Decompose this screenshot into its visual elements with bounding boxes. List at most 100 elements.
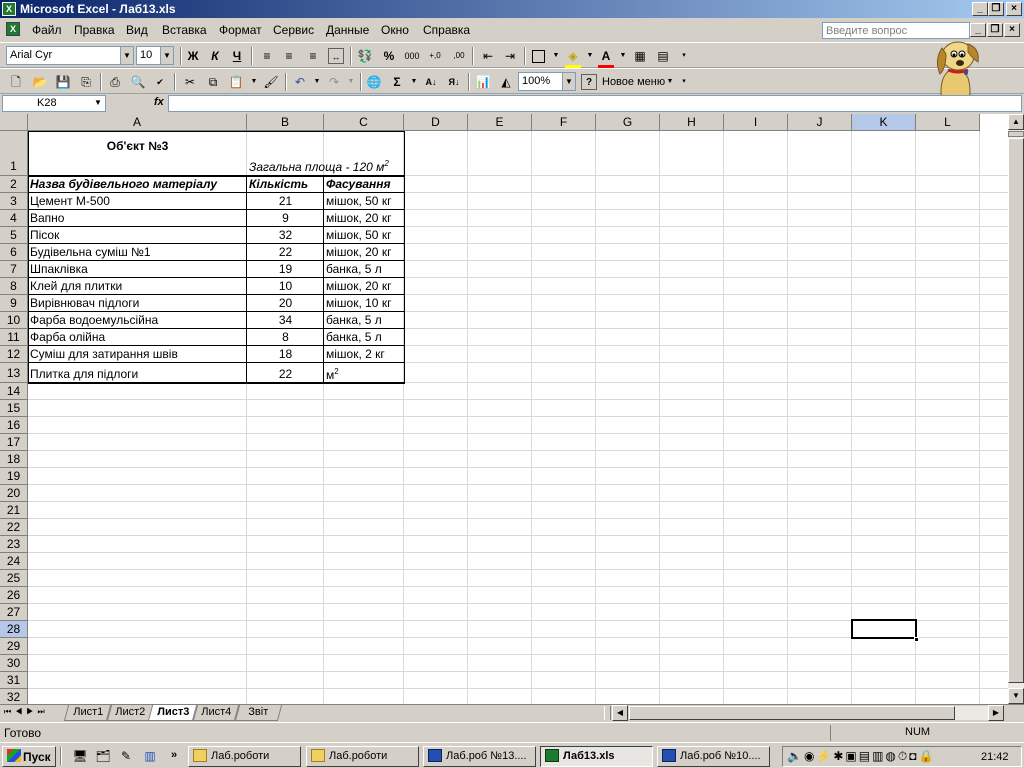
chevron-down-icon[interactable]: ▼ bbox=[343, 74, 359, 90]
hyperlink-icon[interactable]: 🌐 bbox=[366, 74, 382, 90]
permission-icon[interactable]: ⎘ bbox=[78, 74, 94, 90]
row-header-30[interactable]: 30 bbox=[0, 655, 28, 672]
packaging-cell[interactable]: банка, 5 л bbox=[324, 313, 404, 327]
material-name-cell[interactable]: Будівельна суміш №1 bbox=[28, 245, 247, 259]
font-color-icon[interactable]: A bbox=[598, 48, 614, 64]
select-all-corner[interactable] bbox=[0, 114, 28, 131]
quantity-cell[interactable]: 18 bbox=[247, 347, 324, 361]
redo-icon[interactable]: ↷ bbox=[326, 74, 342, 90]
tab-navigation-icons[interactable]: ⏮◀▶⏭ bbox=[4, 707, 49, 717]
currency-icon[interactable]: 💱 bbox=[357, 48, 373, 64]
quicklaunch-desktop-icon[interactable]: 🖥 bbox=[72, 748, 88, 764]
row-header-12[interactable]: 12 bbox=[0, 346, 28, 363]
row-header-29[interactable]: 29 bbox=[0, 638, 28, 655]
quantity-cell[interactable]: 32 bbox=[247, 228, 324, 242]
packaging-cell[interactable]: мішок, 20 кг bbox=[324, 211, 404, 225]
print-icon[interactable]: ⎙ bbox=[107, 74, 123, 90]
row-header-8[interactable]: 8 bbox=[0, 278, 28, 295]
chevron-down-icon[interactable]: ▼ bbox=[246, 74, 262, 90]
drawing-icon[interactable]: ◭ bbox=[498, 74, 514, 90]
percent-button[interactable]: % bbox=[381, 48, 397, 64]
active-cell-cursor[interactable] bbox=[851, 619, 917, 639]
quantity-cell[interactable]: 21 bbox=[247, 194, 324, 208]
menu-view[interactable]: Вид bbox=[126, 23, 148, 37]
row-header-5[interactable]: 5 bbox=[0, 227, 28, 244]
sheet-tab-2[interactable]: Лист2 bbox=[105, 705, 155, 721]
underline-button[interactable]: Ч bbox=[229, 48, 245, 64]
quantity-cell[interactable]: 10 bbox=[247, 279, 324, 293]
scroll-thumb[interactable] bbox=[1008, 138, 1024, 683]
menu-data[interactable]: Данные bbox=[326, 23, 369, 37]
quicklaunch-pencil-icon[interactable]: ✎ bbox=[118, 748, 134, 764]
material-name-cell[interactable]: Шпаклівка bbox=[28, 262, 247, 276]
material-name-cell[interactable]: Пісок bbox=[28, 228, 247, 242]
autosum-button[interactable]: Σ bbox=[389, 74, 405, 90]
align-left-icon[interactable]: ≡ bbox=[259, 48, 275, 64]
sheet-title-cell[interactable]: Об'єкт №3 bbox=[28, 139, 247, 153]
packaging-cell[interactable]: м2 bbox=[324, 367, 404, 382]
row-header-2[interactable]: 2 bbox=[0, 176, 28, 193]
paste-icon[interactable]: 📋 bbox=[228, 74, 244, 90]
chevron-down-icon[interactable]: ▼ bbox=[615, 48, 631, 64]
row-header-16[interactable]: 16 bbox=[0, 417, 28, 434]
material-name-cell[interactable]: Плитка для підлоги bbox=[28, 367, 247, 381]
sort-descending-icon[interactable]: Я↓ bbox=[446, 74, 462, 90]
zoom-combo[interactable]: 100% ▼ bbox=[518, 72, 576, 91]
row-header-25[interactable]: 25 bbox=[0, 570, 28, 587]
row-header-21[interactable]: 21 bbox=[0, 502, 28, 519]
row-header-14[interactable]: 14 bbox=[0, 383, 28, 400]
close-button[interactable]: × bbox=[1006, 2, 1022, 16]
options-list-icon[interactable]: ▤ bbox=[655, 48, 671, 64]
undo-icon[interactable]: ↶ bbox=[292, 74, 308, 90]
chevron-down-icon[interactable]: ▼ bbox=[548, 48, 564, 64]
sheet-tab-4[interactable]: Лист4 bbox=[191, 705, 241, 721]
column-header-h[interactable]: H bbox=[660, 114, 724, 131]
chevron-down-icon[interactable]: ▼ bbox=[406, 74, 422, 90]
row-header-31[interactable]: 31 bbox=[0, 672, 28, 689]
hscroll-thumb[interactable] bbox=[629, 706, 955, 720]
borders-icon[interactable] bbox=[532, 50, 545, 63]
column-header-c[interactable]: C bbox=[324, 114, 404, 131]
insert-function-button[interactable]: fx bbox=[154, 96, 164, 108]
task-excel-lab13[interactable]: Лаб13.xls bbox=[540, 746, 653, 767]
font-name-combo[interactable]: Arial Cyr ▼ bbox=[6, 46, 134, 65]
area-label-cell[interactable]: Загальна площа - 120 м2 bbox=[247, 159, 404, 174]
quantity-cell[interactable]: 19 bbox=[247, 262, 324, 276]
quantity-cell[interactable]: 22 bbox=[247, 245, 324, 259]
row-header-13[interactable]: 13 bbox=[0, 363, 28, 383]
material-name-cell[interactable]: Вирівнювач підлоги bbox=[28, 296, 247, 310]
material-name-cell[interactable]: Фарба олійна bbox=[28, 330, 247, 344]
row-header-20[interactable]: 20 bbox=[0, 485, 28, 502]
chevron-down-icon[interactable]: ▼ bbox=[582, 48, 598, 64]
fill-color-icon[interactable]: ◈ bbox=[565, 48, 581, 64]
task-folder-2[interactable]: Лаб.роботи bbox=[306, 746, 419, 767]
quicklaunch-more-icon[interactable]: » bbox=[166, 747, 182, 763]
row-header-4[interactable]: 4 bbox=[0, 210, 28, 227]
menu-insert[interactable]: Вставка bbox=[162, 23, 207, 37]
row-header-10[interactable]: 10 bbox=[0, 312, 28, 329]
scroll-up-icon[interactable]: ▲ bbox=[1008, 114, 1024, 130]
menu-file[interactable]: Файл bbox=[32, 23, 62, 37]
workbook-icon[interactable]: X bbox=[6, 22, 20, 36]
toolbar-options-chevron-icon[interactable]: ▾ bbox=[676, 48, 692, 64]
copy-icon[interactable]: ⧉ bbox=[205, 74, 221, 90]
task-folder-1[interactable]: Лаб.роботи bbox=[188, 746, 301, 767]
row-header-9[interactable]: 9 bbox=[0, 295, 28, 312]
decrease-indent-icon[interactable]: ⇤ bbox=[480, 48, 496, 64]
task-word-10[interactable]: Лаб.роб №10.... bbox=[657, 746, 770, 767]
material-name-cell[interactable]: Вапно bbox=[28, 211, 247, 225]
chart-wizard-icon[interactable]: 📊 bbox=[475, 74, 491, 90]
align-right-icon[interactable]: ≡ bbox=[305, 48, 321, 64]
doc-restore-button[interactable]: ❐ bbox=[987, 23, 1003, 37]
spreadsheet-grid[interactable]: A B C D E F G H I J K L 1 2 3 4 5 6 7 8 9 10 11 12 13 14 15 16 17 18 1… bbox=[0, 114, 1008, 704]
restore-button[interactable]: ❐ bbox=[988, 2, 1004, 16]
column-header-g[interactable]: G bbox=[596, 114, 660, 131]
column-header-i[interactable]: I bbox=[724, 114, 788, 131]
quicklaunch-explorer-icon[interactable]: 🗂 bbox=[95, 748, 111, 764]
doc-close-button[interactable]: × bbox=[1004, 23, 1020, 37]
column-header-k[interactable]: K bbox=[852, 114, 916, 131]
column-header-e[interactable]: E bbox=[468, 114, 532, 131]
sheet-tab-1[interactable]: Лист1 bbox=[63, 705, 113, 721]
tab-split-handle[interactable] bbox=[604, 706, 611, 720]
formula-input[interactable] bbox=[168, 95, 1022, 112]
